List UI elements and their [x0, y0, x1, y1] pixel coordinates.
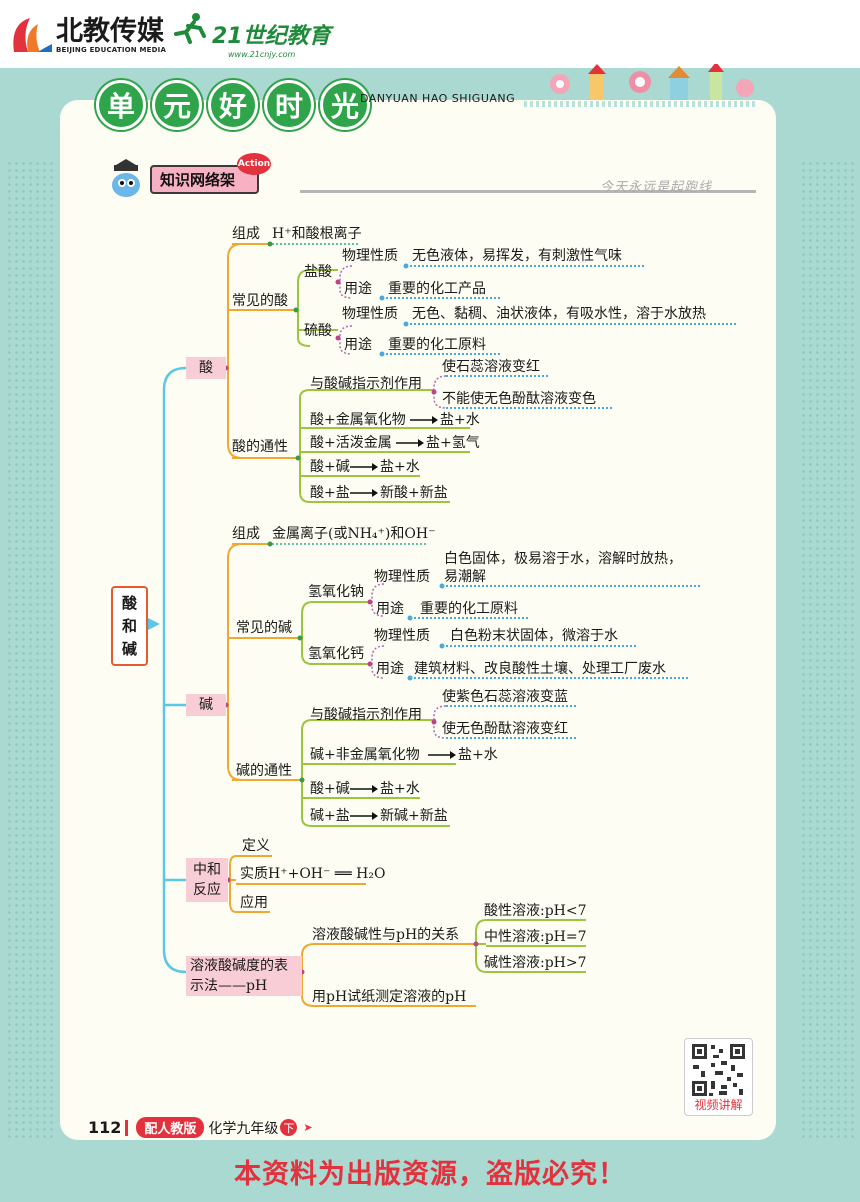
ph-measurement: 用pH试纸测定溶液的pH [312, 989, 467, 1005]
neutralization-box: 中和 反应 [186, 858, 228, 902]
calcium-hydroxide: 氢氧化钙 [308, 646, 364, 662]
acid-box: 酸 [186, 357, 226, 379]
base-indicator: 与酸碱指示剂作用 [310, 707, 422, 723]
neutralization-label-1: 中和 [193, 862, 221, 878]
sodium-hydroxide: 氢氧化钠 [308, 584, 364, 600]
caoh-use-value: 建筑材料、改良酸性土壤、处理工厂废水 [414, 661, 666, 677]
acid-composition: 组成 [232, 226, 260, 242]
acid-reaction-2-product: 盐+氢气 [426, 435, 480, 451]
page-footer: 112 配人教版 化学九年级 下 ➤ [88, 1117, 313, 1138]
acid-reaction-4-product: 新酸+新盐 [380, 485, 448, 501]
base-reaction-2-product: 盐+水 [380, 781, 420, 797]
root-char: 和 [121, 616, 137, 635]
base-reaction-1-product: 盐+水 [458, 747, 498, 763]
acid-reaction-3: 酸+碱 [310, 459, 350, 475]
edition-badge: 配人教版 [136, 1117, 205, 1138]
acid-reaction-3-product: 盐+水 [380, 459, 420, 475]
caoh-physical-value: 白色粉末状固体，微溶于水 [450, 628, 618, 644]
base-reaction-1: 碱+非金属氧化物 [310, 747, 420, 763]
h2so4-use-value: 重要的化工原料 [388, 337, 486, 353]
h2so4-use-label: 用途 [344, 337, 372, 353]
h2so4-physical-label: 物理性质 [342, 306, 398, 322]
ph-relationship: 溶液酸碱性与pH的关系 [312, 927, 460, 943]
base-box: 碱 [186, 694, 226, 716]
naoh-use-label: 用途 [376, 601, 404, 617]
caoh-physical-label: 物理性质 [374, 628, 430, 644]
naoh-use-value: 重要的化工原料 [420, 601, 518, 617]
ph-acidic: 酸性溶液:pH<7 [484, 903, 587, 919]
copyright-warning: 本资料为出版资源，盗版必究！ [234, 1159, 626, 1190]
base-composition-value: 金属离子(或NH₄⁺)和OH⁻ [272, 526, 436, 542]
ph-label-1: 溶液酸碱度的表 [190, 958, 288, 974]
page-number: 112 [88, 1118, 122, 1137]
hcl-physical-value: 无色液体，易挥发，有刺激性气味 [412, 248, 622, 264]
acid-reaction-1-product: 盐+水 [440, 412, 480, 428]
ph-box: 溶液酸碱度的表 示法——pH [186, 956, 302, 996]
neutralization-definition: 定义 [242, 838, 270, 854]
base-reaction-3-product: 新碱+新盐 [380, 808, 448, 824]
acid-indicator-1: 使石蕊溶液变红 [442, 359, 540, 375]
base-general-properties: 碱的通性 [236, 763, 292, 779]
naoh-physical-value-2: 易潮解 [444, 569, 486, 585]
naoh-physical-label: 物理性质 [374, 569, 430, 585]
root-char: 碱 [121, 639, 137, 658]
base-reaction-2: 酸+碱 [310, 781, 350, 797]
common-bases: 常见的碱 [236, 620, 292, 636]
root-acid-and-base: 酸 和 碱 [111, 586, 148, 666]
common-acids: 常见的酸 [232, 293, 288, 309]
hcl-physical-label: 物理性质 [342, 248, 398, 264]
caoh-use-label: 用途 [376, 661, 404, 677]
qr-caption: 视频讲解 [694, 1098, 743, 1112]
root-char: 酸 [121, 593, 137, 612]
ph-basic: 碱性溶液:pH>7 [484, 955, 587, 971]
acid-composition-value: H⁺和酸根离子 [272, 226, 362, 242]
base-indicator-2: 使无色酚酞溶液变红 [442, 721, 568, 737]
base-reaction-3: 碱+盐 [310, 808, 350, 824]
ph-neutral: 中性溶液:pH=7 [484, 929, 587, 945]
volume-badge: 下 [280, 1119, 298, 1136]
neutralization-label-2: 反应 [193, 882, 221, 898]
h2so4-physical-value: 无色、黏稠、油状液体，有吸水性，溶于水放热 [412, 306, 706, 322]
hcl-use-label: 用途 [344, 281, 372, 297]
hcl-use-value: 重要的化工产品 [388, 281, 486, 297]
hydrochloric-acid: 盐酸 [304, 264, 332, 280]
qr-code-icon [691, 1043, 746, 1097]
acid-indicator-2: 不能使无色酚酞溶液变色 [442, 391, 596, 407]
video-qr-code[interactable]: 视频讲解 [684, 1038, 753, 1116]
subject-grade: 化学九年级 [208, 1120, 279, 1137]
neutralization-application: 应用 [240, 895, 268, 911]
ph-label-2: 示法——pH [190, 978, 268, 994]
neutralization-essence: 实质H⁺+OH⁻ ══ H₂O [240, 866, 386, 882]
triangle-right-icon: ➤ [303, 1121, 313, 1134]
sulfuric-acid: 硫酸 [304, 323, 332, 339]
base-indicator-1: 使紫色石蕊溶液变蓝 [442, 689, 568, 705]
acid-reaction-4: 酸+盐 [310, 485, 350, 501]
acid-general-properties: 酸的通性 [232, 439, 288, 455]
acid-reaction-2: 酸+活泼金属 [310, 435, 392, 451]
base-composition: 组成 [232, 526, 260, 542]
acid-reaction-1: 酸+金属氧化物 [310, 412, 406, 428]
naoh-physical-value-1: 白色固体，极易溶于水，溶解时放热， [444, 551, 682, 567]
acid-indicator: 与酸碱指示剂作用 [310, 376, 422, 392]
footer-divider [125, 1119, 129, 1136]
